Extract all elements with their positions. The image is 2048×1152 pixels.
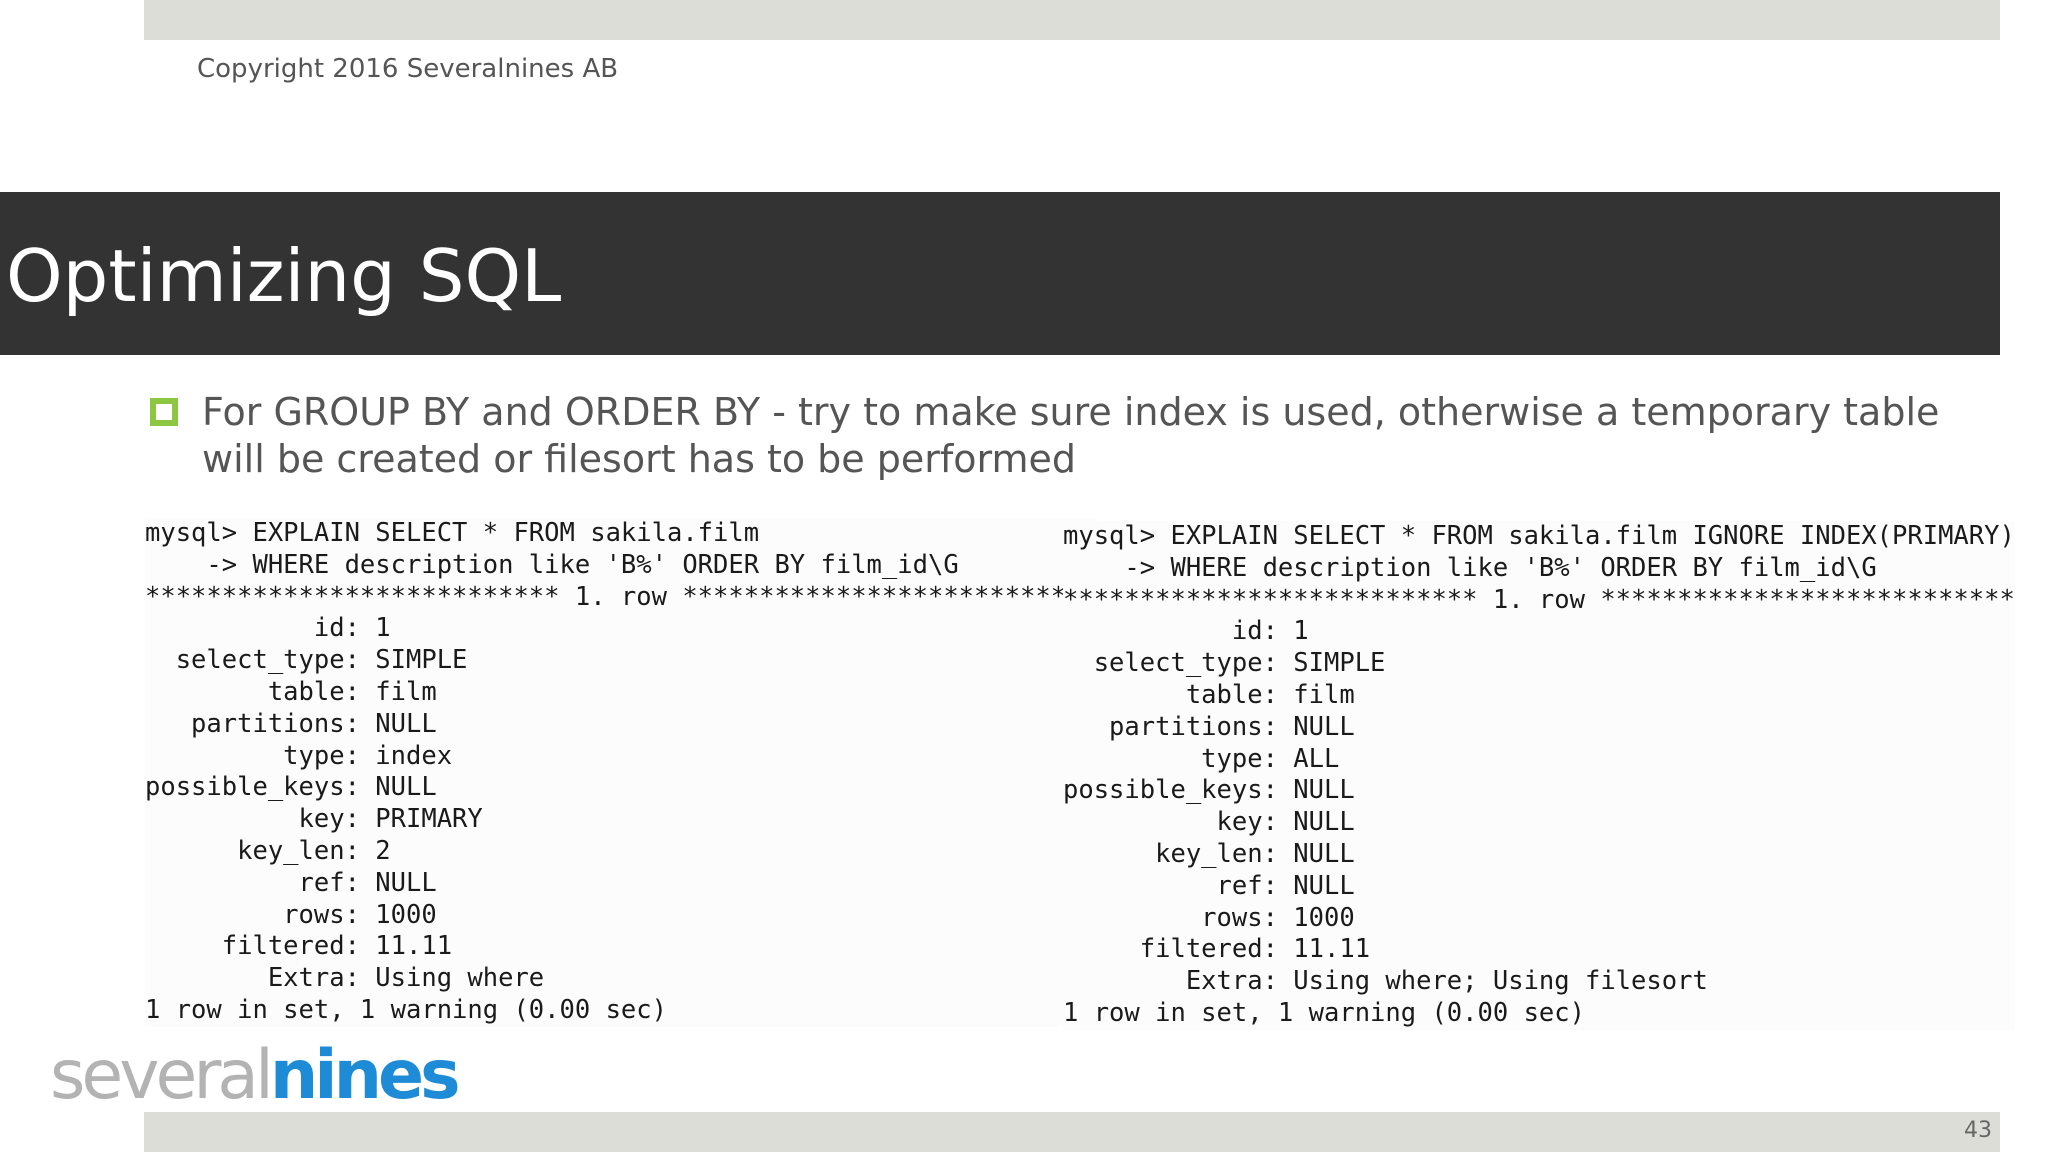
copyright-text: Copyright 2016 Severalnines AB (197, 54, 619, 84)
bullet-square-icon (150, 398, 178, 426)
slide-title: Optimizing SQL (6, 234, 562, 318)
explain-output-with-index: mysql> EXPLAIN SELECT * FROM sakila.film… (145, 518, 1097, 1027)
explain-output-ignore-index: mysql> EXPLAIN SELECT * FROM sakila.film… (1063, 521, 2015, 1030)
bullet-text: For GROUP BY and ORDER BY - try to make … (202, 390, 1940, 481)
bottom-bar (144, 1112, 2000, 1152)
page-number: 43 (1964, 1118, 1992, 1143)
severalnines-logo: severalnines (50, 1036, 461, 1116)
top-bar (144, 0, 2000, 40)
logo-part-several: several (50, 1036, 274, 1115)
logo-part-nines: nines (269, 1036, 461, 1115)
